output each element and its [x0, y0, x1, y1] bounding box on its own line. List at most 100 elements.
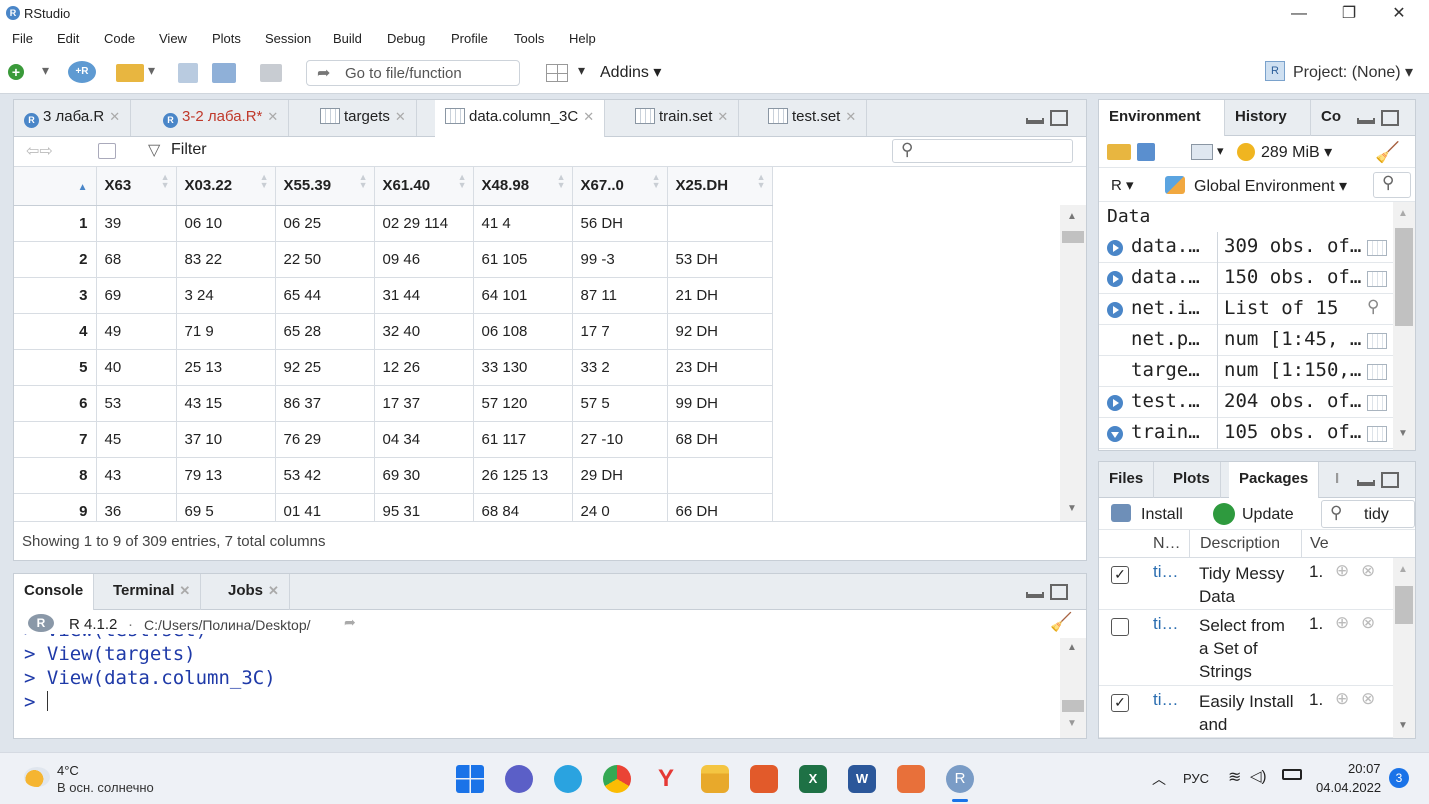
menu-build[interactable]: Build — [333, 31, 362, 46]
update-button[interactable]: Update — [1242, 506, 1294, 524]
close-tab-icon[interactable]: ✕ — [717, 109, 728, 124]
console-scrollbar[interactable]: ▲ ▼ — [1060, 638, 1086, 738]
battery-icon[interactable] — [1282, 769, 1302, 780]
scroll-thumb[interactable] — [1062, 231, 1084, 243]
close-tab-icon[interactable]: ✕ — [395, 109, 406, 124]
environment-row[interactable]: net.p… num [1:45, … — [1099, 325, 1393, 356]
open-file-dropdown-icon[interactable]: ▾ — [148, 62, 155, 84]
search-icon[interactable]: ⚲ — [1367, 297, 1379, 317]
close-tab-icon[interactable]: ✕ — [179, 583, 190, 598]
website-icon[interactable]: ⊕ — [1335, 561, 1349, 581]
yandex-browser-icon[interactable]: Y — [652, 765, 680, 793]
clear-console-icon[interactable]: 🧹 — [1050, 612, 1072, 633]
telegram-icon[interactable] — [554, 765, 582, 793]
new-project-icon[interactable]: +R — [68, 61, 96, 83]
menu-help[interactable]: Help — [569, 31, 596, 46]
filter-button[interactable]: Filter — [171, 141, 207, 159]
tab-packages[interactable]: Packages — [1229, 462, 1320, 499]
console-output[interactable]: > View(test.set) > View(targets) > View(… — [24, 634, 1054, 734]
website-icon[interactable]: ⊕ — [1335, 689, 1349, 709]
close-tab-icon[interactable]: ✕ — [267, 109, 278, 124]
close-tab-icon[interactable]: ✕ — [583, 109, 594, 124]
col-version-header[interactable]: Ve — [1301, 530, 1329, 558]
scroll-down-icon[interactable]: ▼ — [1067, 718, 1077, 729]
menu-session[interactable]: Session — [265, 31, 311, 46]
menu-code[interactable]: Code — [104, 31, 135, 46]
word-icon[interactable]: W — [848, 765, 876, 793]
import-dropdown-icon[interactable]: ▾ — [1217, 143, 1224, 159]
package-checkbox[interactable]: ✓ — [1111, 566, 1129, 584]
excel-icon[interactable]: X — [799, 765, 827, 793]
tab-3-2-laba[interactable]: R 3-2 лаба.R* ✕ — [153, 100, 290, 136]
addins-button[interactable]: Addins ▾ — [600, 62, 661, 84]
scroll-down-icon[interactable]: ▼ — [1067, 503, 1077, 514]
expand-icon[interactable] — [1107, 271, 1123, 287]
environment-row[interactable]: train… 105 obs. of… — [1099, 418, 1393, 449]
tab-environment[interactable]: Environment — [1099, 100, 1225, 137]
pane-layout-icon[interactable] — [546, 64, 568, 82]
pane-min-max-controls[interactable] — [1357, 110, 1401, 128]
weather-icon[interactable] — [24, 767, 50, 787]
expand-icon[interactable] — [1107, 302, 1123, 318]
environment-row[interactable]: net.i… List of 15 ⚲ — [1099, 294, 1393, 325]
remove-package-icon[interactable]: ⊗ — [1361, 561, 1375, 581]
weather-temp[interactable]: 4°C — [57, 763, 79, 778]
new-file-dropdown-icon[interactable]: ▾ — [42, 62, 49, 84]
package-search-input[interactable]: ⚲ tidy — [1321, 500, 1415, 528]
view-data-icon[interactable] — [1367, 426, 1387, 442]
close-tab-icon[interactable]: ✕ — [268, 583, 279, 598]
column-header[interactable]: X55.39 ▲ ▼ — [275, 167, 375, 206]
language-indicator[interactable]: РУС — [1183, 771, 1209, 786]
clear-workspace-icon[interactable]: 🧹 — [1375, 140, 1400, 165]
rstudio-taskbar-icon[interactable]: R — [946, 765, 974, 793]
volume-icon[interactable]: ◁) — [1250, 767, 1267, 785]
menu-edit[interactable]: Edit — [57, 31, 79, 46]
pane-min-max-controls[interactable] — [1026, 584, 1070, 602]
app-icon[interactable] — [750, 765, 778, 793]
tab-console[interactable]: Console — [14, 574, 95, 611]
save-icon[interactable] — [178, 63, 198, 83]
close-tab-icon[interactable]: ✕ — [845, 109, 856, 124]
popout-icon[interactable] — [98, 143, 116, 159]
scroll-thumb[interactable] — [1395, 586, 1413, 624]
menu-tools[interactable]: Tools — [514, 31, 544, 46]
environment-row[interactable]: data.… 309 obs. of… — [1099, 232, 1393, 263]
view-data-icon[interactable] — [1367, 395, 1387, 411]
import-dataset-icon[interactable] — [1191, 144, 1213, 160]
tab-test-set[interactable]: test.set ✕ — [758, 100, 868, 136]
scroll-thumb[interactable] — [1395, 228, 1413, 326]
remove-package-icon[interactable]: ⊗ — [1361, 613, 1375, 633]
tray-chevron-icon[interactable]: ︿ — [1152, 769, 1166, 789]
col-name-header[interactable]: N… — [1153, 535, 1181, 553]
language-select[interactable]: R ▾ — [1111, 176, 1134, 194]
scroll-up-icon[interactable]: ▲ — [1067, 211, 1077, 222]
menu-debug[interactable]: Debug — [387, 31, 425, 46]
memory-usage[interactable]: 289 MiB ▾ — [1261, 142, 1332, 162]
expand-icon[interactable] — [1107, 240, 1123, 256]
wifi-icon[interactable]: ≋ — [1228, 767, 1241, 787]
scroll-up-icon[interactable]: ▲ — [1067, 642, 1077, 653]
collapse-icon[interactable] — [1107, 426, 1123, 442]
scroll-up-icon[interactable]: ▲ — [1398, 208, 1408, 219]
notification-badge[interactable]: 3 — [1389, 768, 1409, 788]
tab-targets[interactable]: targets ✕ — [310, 100, 417, 136]
view-data-icon[interactable] — [1367, 271, 1387, 287]
scroll-down-icon[interactable]: ▼ — [1398, 720, 1408, 731]
tab-history[interactable]: History — [1225, 100, 1311, 136]
load-workspace-icon[interactable] — [1107, 144, 1131, 160]
website-icon[interactable]: ⊕ — [1335, 613, 1349, 633]
scroll-thumb[interactable] — [1062, 700, 1084, 712]
package-checkbox[interactable]: ✓ — [1111, 694, 1129, 712]
view-data-icon[interactable] — [1367, 364, 1387, 380]
start-icon[interactable] — [456, 765, 484, 793]
back-forward-icon[interactable]: ⇦⇨ — [26, 141, 53, 161]
scroll-up-icon[interactable]: ▲ — [1398, 564, 1408, 575]
goto-dir-icon[interactable]: ➦ — [344, 614, 356, 631]
file-explorer-icon[interactable] — [701, 765, 729, 793]
tab-files[interactable]: Files — [1099, 462, 1155, 498]
pane-layout-dropdown-icon[interactable]: ▾ — [578, 62, 585, 84]
menu-plots[interactable]: Plots — [212, 31, 241, 46]
package-name-link[interactable]: ti… — [1153, 562, 1179, 582]
tab-data-column-3c[interactable]: data.column_3C ✕ — [435, 100, 606, 137]
restore-button[interactable]: ❐ — [1326, 2, 1372, 26]
